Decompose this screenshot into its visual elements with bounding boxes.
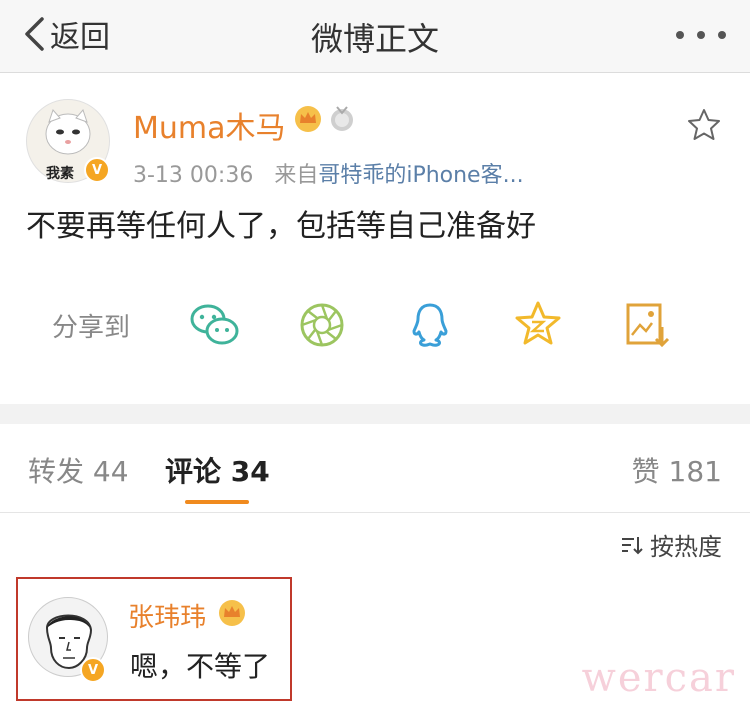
favorite-star-icon[interactable]	[686, 107, 722, 143]
share-bar: 分享到	[0, 295, 750, 355]
more-dot-icon	[718, 31, 726, 39]
comment-list: 按热度 V 张玮玮 嗯，不等了 wercar	[0, 513, 750, 708]
post-timestamp: 3-13 00:36	[133, 163, 254, 188]
comment-text: 嗯，不等了	[130, 650, 271, 683]
verified-icon: V	[84, 157, 110, 183]
share-qq-button[interactable]	[402, 297, 458, 353]
commenter-name[interactable]: 张玮玮	[128, 597, 206, 634]
moments-icon	[300, 303, 344, 347]
verified-icon: V	[80, 657, 106, 683]
post-meta: 3-13 00:36 来自哥特乖的iPhone客...	[133, 157, 524, 189]
qzone-star-icon	[515, 301, 561, 345]
comment-item[interactable]: V 张玮玮 嗯，不等了	[16, 577, 292, 701]
avatar-caption: 我素	[46, 166, 74, 182]
post-content: 不要再等任何人了，包括等自己准备好	[26, 209, 536, 244]
source-prefix: 来自	[274, 163, 319, 188]
save-image-icon	[626, 303, 670, 348]
user-badges	[294, 105, 356, 133]
more-dot-icon	[697, 31, 705, 39]
tab-reposts[interactable]: 转发 44	[28, 450, 129, 490]
post-card: 我素 V Muma木马 3-13 00:36 来自哥特乖的iPhone客... …	[0, 73, 750, 404]
sort-by-hot-button[interactable]: 按热度	[620, 527, 722, 562]
tab-likes[interactable]: 赞 181	[632, 450, 722, 490]
page-title: 微博正文	[310, 20, 439, 58]
crown-icon[interactable]	[294, 105, 322, 133]
wechat-icon	[190, 304, 239, 345]
share-moments-button[interactable]	[294, 297, 350, 353]
share-qzone-button[interactable]	[510, 297, 566, 353]
post-tabs: 转发 44 评论 34 赞 181	[0, 424, 750, 513]
tab-comments[interactable]: 评论 34	[165, 450, 270, 490]
sort-label: 按热度	[650, 533, 722, 561]
author-name[interactable]: Muma木马	[133, 103, 286, 147]
watermark: wercar	[581, 655, 736, 701]
top-nav-bar: 返回 微博正文	[0, 0, 750, 73]
more-dot-icon	[676, 31, 684, 39]
post-source[interactable]: 哥特乖的iPhone客...	[318, 163, 523, 188]
qq-icon	[412, 303, 448, 347]
save-image-button[interactable]	[618, 297, 674, 353]
crown-icon[interactable]	[218, 599, 246, 627]
medal-icon[interactable]	[328, 105, 356, 133]
active-tab-indicator	[185, 500, 249, 504]
share-wechat-button[interactable]	[186, 297, 242, 353]
more-menu-button[interactable]	[676, 20, 726, 50]
sort-icon	[622, 536, 643, 554]
share-label: 分享到	[52, 313, 131, 343]
